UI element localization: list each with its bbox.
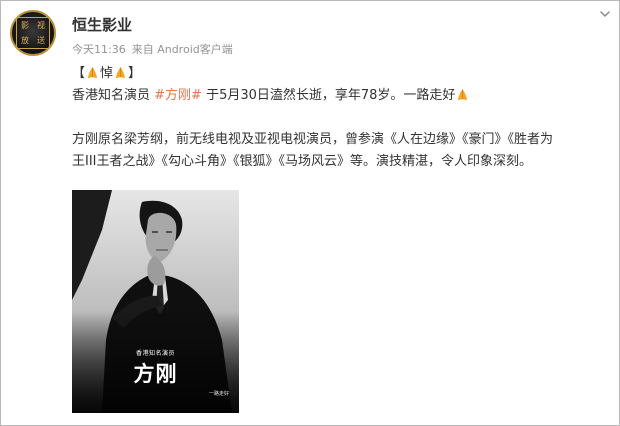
bracket-open: 【 — [72, 66, 86, 81]
chevron-down-icon[interactable] — [598, 7, 612, 21]
mourning-word: 悼 — [100, 66, 114, 81]
weibo-post-card: 影 视 放 送 恒生影业 今天11:36 来自 Android客户端 【悼】 香港… — [0, 0, 620, 426]
bracket-close: 】 — [128, 66, 142, 81]
post-text: 【悼】 香港知名演员 #方刚# 于5月30日溘然长逝，享年78岁。一路走好 方刚… — [72, 63, 607, 173]
text-line-bio-2: 王III王者之战》《勾心斗角》《银狐》《马场风云》等。演技精湛，令人印象深刻。 — [72, 154, 533, 169]
post-source: 来自 Android客户端 — [131, 43, 233, 56]
hashtag-link[interactable]: #方刚# — [154, 88, 202, 103]
post-image[interactable]: 香港知名演员 方刚 一路走好 — [72, 190, 239, 413]
avatar[interactable]: 影 视 放 送 — [10, 10, 56, 56]
text-segment: 香港知名演员 — [72, 88, 155, 103]
pray-icon — [87, 66, 98, 79]
post-meta: 今天11:36 来自 Android客户端 — [72, 41, 233, 57]
pray-icon — [458, 88, 468, 101]
image-title: 方刚 — [133, 362, 178, 386]
text-line-bio-1: 方刚原名梁芳纲，前无线电视及亚视电视演员，曾参演《人在边缘》《豪门》《胜者为 — [72, 132, 554, 147]
text-line-announcement: 香港知名演员 #方刚# 于5月30日溘然长逝，享年78岁。一路走好 — [72, 85, 607, 107]
image-subtitle: 香港知名演员 — [135, 350, 175, 357]
author-name[interactable]: 恒生影业 — [72, 14, 132, 35]
post-time[interactable]: 今天11:36 — [72, 43, 126, 56]
avatar-char: 影 — [21, 20, 29, 30]
avatar-logo: 影 视 放 送 — [16, 17, 50, 49]
pray-icon — [115, 66, 126, 79]
text-line-mourning: 【悼】 — [72, 63, 607, 85]
avatar-char: 视 — [37, 20, 45, 30]
text-segment: 于5月30日溘然长逝，享年78岁。一路走好 — [201, 88, 456, 103]
avatar-char: 放 — [21, 35, 29, 45]
avatar-char: 送 — [37, 35, 45, 45]
image-tagline: 一路走好 — [208, 391, 229, 397]
